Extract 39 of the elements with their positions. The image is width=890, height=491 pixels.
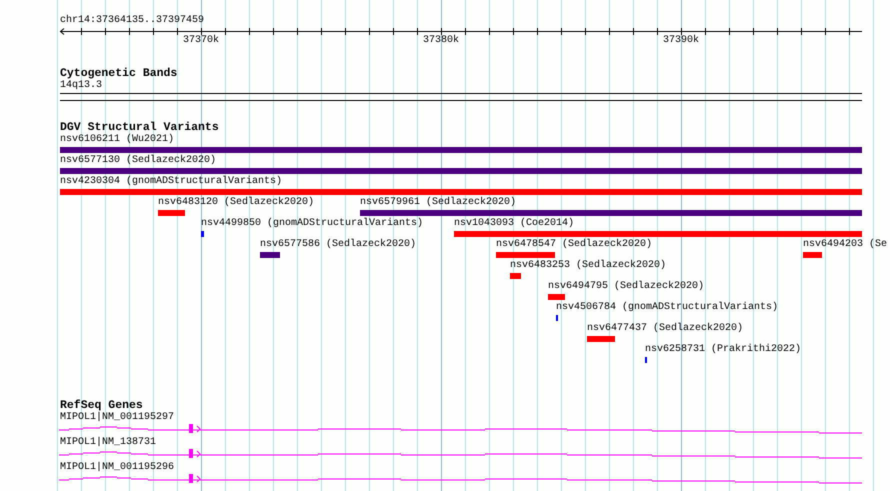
variant-label: nsv6478547 (Sedlazeck2020) <box>496 239 652 251</box>
variant-label: nsv6577586 (Sedlazeck2020) <box>260 239 416 251</box>
variant-label: nsv6258731 (Prakrithi2022) <box>645 344 802 356</box>
variant-bar[interactable] <box>454 231 862 237</box>
variant-bar[interactable] <box>548 294 565 300</box>
variant-bar[interactable] <box>496 252 555 258</box>
gene-label: MIPOL1|NM_001195296 <box>60 462 174 474</box>
variant-label: nsv6106211 (Wu2021) <box>60 134 174 146</box>
track-title: DGV Structural Variants <box>60 121 219 134</box>
variant-bar[interactable] <box>158 210 185 216</box>
band-label: 14q13.3 <box>60 80 102 92</box>
variant-label: nsv4230304 (gnomADStructuralVariants) <box>60 176 282 188</box>
tick-label: 37390k <box>662 35 700 47</box>
track-title: RefSeq Genes <box>60 399 143 412</box>
location-label: chr14:37364135..37397459 <box>60 15 204 27</box>
variant-label: nsv6483253 (Sedlazeck2020) <box>510 260 666 272</box>
variant-bar[interactable] <box>201 231 204 237</box>
variant-label: nsv6483120 (Sedlazeck2020) <box>158 197 314 209</box>
variant-bar[interactable] <box>510 273 521 279</box>
variant-label: nsv6477437 (Sedlazeck2020) <box>587 323 744 335</box>
tick-label: 37370k <box>182 35 220 47</box>
variant-bar[interactable] <box>803 252 822 258</box>
tick-label: 37380k <box>422 35 460 47</box>
gene-label: MIPOL1|NM_001195297 <box>60 412 174 424</box>
variant-bar[interactable] <box>60 147 862 153</box>
variant-label: nsv6494203 (Se <box>803 239 888 251</box>
variant-bar[interactable] <box>260 252 280 258</box>
variant-bar[interactable] <box>60 189 862 195</box>
variant-label: nsv6577130 (Sedlazeck2020) <box>60 155 216 167</box>
variant-label: nsv4506784 (gnomADStructuralVariants) <box>556 302 778 314</box>
variant-label: nsv4499850 (gnomADStructuralVariants) <box>201 218 424 230</box>
gene-label: MIPOL1|NM_138731 <box>60 437 156 449</box>
variant-label: nsv6494795 (Sedlazeck2020) <box>548 281 704 293</box>
variant-bar[interactable] <box>360 210 862 216</box>
track-title: Cytogenetic Bands <box>60 67 178 80</box>
variant-bar[interactable] <box>587 336 615 342</box>
variant-label: nsv1043093 (Coe2014) <box>454 218 574 230</box>
variant-bar[interactable] <box>60 168 862 174</box>
variant-label: nsv6579961 (Sedlazeck2020) <box>360 197 516 209</box>
